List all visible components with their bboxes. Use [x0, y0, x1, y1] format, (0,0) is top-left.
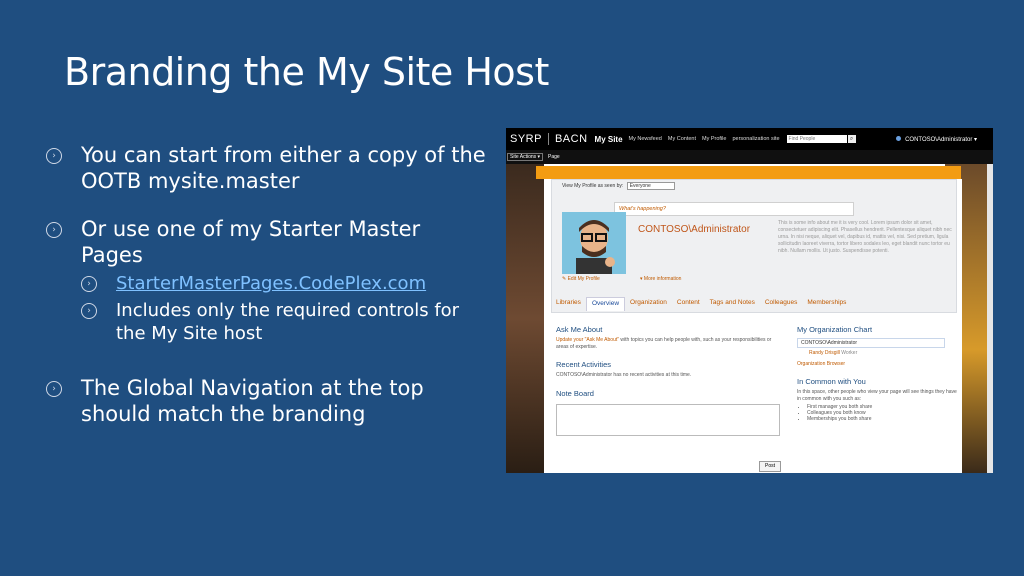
logo-right: BACN [554, 133, 588, 145]
tab-content[interactable]: Content [672, 297, 705, 311]
org-chart-self[interactable]: CONTOSO\Administrator [797, 338, 945, 348]
nav-my-newsfeed[interactable]: My Newsfeed [626, 136, 665, 142]
sub-bullet-text: Includes only the required controls for … [116, 300, 460, 344]
bullet-1: › You can start from either a copy of th… [46, 142, 486, 194]
about-me-text: This is some info about me it is very co… [778, 220, 952, 254]
tab-colleagues[interactable]: Colleagues [760, 297, 803, 311]
global-navigation-bar: SYRP BACN My Site My Newsfeed My Content… [506, 128, 993, 150]
slide-title: Branding the My Site Host [64, 50, 549, 94]
org-report-role: Worker [841, 350, 858, 356]
org-chart-heading: My Organization Chart [797, 325, 873, 334]
note-board-input[interactable] [556, 403, 780, 436]
seen-by-select[interactable]: Everyone [626, 182, 675, 190]
user-menu[interactable]: CONTOSO\Administrator ▾ [896, 135, 977, 143]
logo-left: SYRP [510, 133, 542, 145]
tab-overview[interactable]: Overview [585, 297, 626, 311]
in-common-heading: In Common with You [797, 377, 866, 386]
edit-profile-label: Edit My Profile [567, 276, 600, 282]
logo-divider [547, 133, 549, 145]
left-column: Ask Me About Update your "Ask Me About" … [556, 325, 781, 472]
bullet-text: Or use one of my Starter Master Pages [81, 217, 421, 267]
page-tab[interactable]: Page [548, 154, 560, 160]
sub-bullet-2: › Includes only the required controls fo… [81, 299, 486, 345]
nav-my-content[interactable]: My Content [665, 136, 699, 142]
seen-by-row: View My Profile as seen by: Everyone [562, 182, 675, 190]
note-board-heading: Note Board [556, 388, 594, 398]
nav-my-site[interactable]: My Site [592, 135, 626, 144]
bullet-arrow-icon: › [81, 303, 97, 319]
profile-tabs: Libraries Overview Organization Content … [551, 297, 955, 311]
profile-header: View My Profile as seen by: Everyone Wha… [551, 179, 957, 313]
edit-profile-link[interactable]: ✎ Edit My Profile [562, 276, 600, 282]
user-status-icon [896, 135, 902, 141]
bullet-list: › You can start from either a copy of th… [46, 142, 486, 449]
bullet-text: You can start from either a copy of the … [81, 143, 486, 193]
nav-my-profile[interactable]: My Profile [699, 136, 729, 142]
bullet-arrow-icon: › [46, 222, 62, 238]
nav-personalization-site[interactable]: personalization site [729, 136, 782, 142]
bullet-3: › The Global Navigation at the top shoul… [46, 375, 486, 427]
site-actions-menu[interactable]: Site Actions ▾ [507, 153, 544, 161]
find-people-input[interactable]: Find People [786, 135, 847, 143]
in-common-list: First manager you both share Colleagues … [807, 404, 957, 422]
codeplex-link[interactable]: StarterMasterPages.CodePlex.com [116, 273, 426, 294]
mysite-screenshot: SYRP BACN My Site My Newsfeed My Content… [506, 128, 993, 473]
seen-by-label: View My Profile as seen by: [562, 183, 624, 189]
slide: Branding the My Site Host › You can star… [0, 0, 1024, 576]
profile-name[interactable]: CONTOSO\Administrator [638, 224, 750, 235]
search-icon[interactable]: ⌕ [847, 135, 856, 143]
sub-bullet-list: › StarterMasterPages.CodePlex.com › Incl… [81, 272, 486, 345]
bullet-arrow-icon: › [81, 276, 97, 292]
ask-me-about-heading: Ask Me About [556, 325, 603, 334]
bullet-2: › Or use one of my Starter Master Pages … [46, 216, 486, 345]
user-name: CONTOSO\Administrator ▾ [905, 136, 977, 143]
post-button[interactable]: Post [759, 461, 781, 472]
vertical-scrollbar[interactable] [987, 164, 993, 473]
background-photo-left [506, 164, 544, 473]
tab-libraries[interactable]: Libraries [551, 297, 586, 311]
ask-me-about-link[interactable]: Update your "Ask Me About" [556, 337, 619, 343]
sub-bullet-1: › StarterMasterPages.CodePlex.com [81, 272, 486, 295]
tab-organization[interactable]: Organization [625, 297, 672, 311]
more-information-link[interactable]: ▾ More information [640, 276, 681, 282]
tab-memberships[interactable]: Memberships [802, 297, 851, 311]
bullet-arrow-icon: › [46, 148, 62, 164]
bullet-arrow-icon: › [46, 381, 62, 397]
org-report-name: Randy Drisgill [809, 350, 840, 356]
recent-activities-heading: Recent Activities [556, 360, 612, 369]
whats-happening-input[interactable]: What's happening? [614, 202, 854, 216]
in-common-text: In this space, other people who view you… [797, 389, 957, 402]
profile-page: View My Profile as seen by: Everyone Wha… [544, 179, 962, 473]
ribbon-bar: Site Actions ▾ Page [506, 150, 993, 164]
avatar [562, 212, 626, 274]
ask-me-about-text: Update your "Ask Me About" with topics y… [556, 337, 778, 350]
right-column: My Organization Chart CONTOSO\Administra… [797, 325, 957, 422]
org-chart-report[interactable]: Randy Drisgill Worker [797, 350, 957, 356]
bullet-text: The Global Navigation at the top should … [81, 376, 424, 426]
tab-tags-and-notes[interactable]: Tags and Notes [705, 297, 760, 311]
orange-banner [536, 166, 961, 179]
list-item: Memberships you both share [807, 416, 957, 422]
